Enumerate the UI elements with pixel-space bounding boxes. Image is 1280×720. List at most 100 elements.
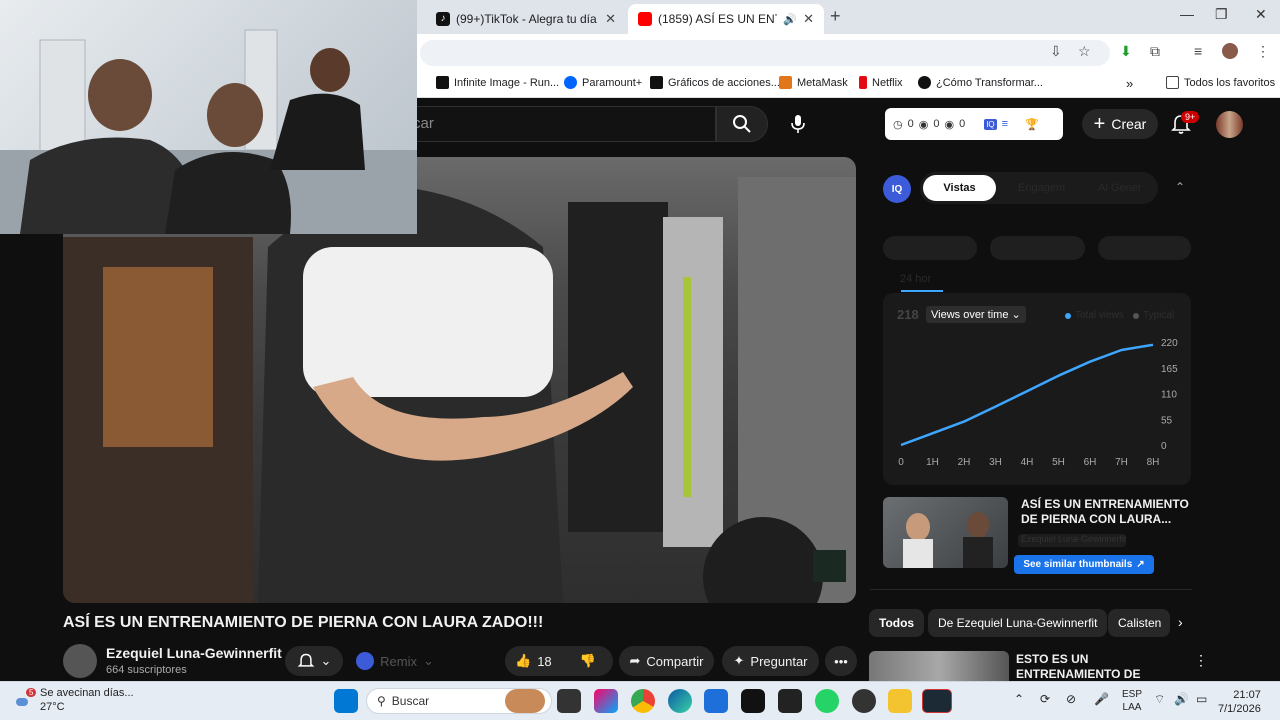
search-highlight-icon[interactable] [505, 689, 545, 713]
chip-channel[interactable]: De Ezequiel Luna-Gewinnerfit [928, 609, 1108, 637]
trophy-icon[interactable]: 🏆 [1025, 118, 1039, 131]
tab-engagement[interactable]: Engagem [1018, 182, 1065, 194]
channel-avatar[interactable] [63, 644, 97, 678]
chevron-down-icon: ⌄ [320, 653, 332, 668]
x-tick-label: 8H [1147, 457, 1160, 468]
ask-button[interactable]: ✦ Preguntar [722, 646, 819, 676]
search-button[interactable] [716, 106, 768, 142]
more-icon[interactable]: ⋮ [1194, 652, 1208, 669]
menu-icon[interactable]: ⋮ [1256, 43, 1270, 60]
bookmark-item[interactable]: Netflix [859, 76, 903, 89]
chevron-right-icon[interactable]: » [1126, 76, 1133, 91]
chatgpt-icon[interactable] [852, 689, 876, 713]
volume-icon[interactable]: 🔊 [1174, 692, 1189, 706]
notify-button[interactable]: ⌄ [285, 646, 343, 676]
avatar[interactable] [1216, 111, 1243, 138]
legend-label: Total views [1075, 310, 1124, 321]
new-tab-button[interactable]: + [830, 6, 841, 27]
remix-button[interactable]: Remix ⌄ [352, 646, 438, 676]
blocked-icon[interactable]: ⊘ [1066, 692, 1076, 706]
media-icon[interactable]: ≡ [1194, 43, 1202, 59]
address-bar[interactable] [420, 40, 1110, 66]
speaker-icon[interactable]: 🔊 [783, 13, 797, 26]
chevron-up-icon[interactable]: ⌃ [1175, 180, 1185, 194]
folder-icon [1166, 76, 1179, 89]
extension-widget[interactable]: ◷ 0 ◉ 0 ◉ 0 IQ ≡ 🏆 [885, 108, 1063, 140]
download-icon[interactable]: ⬇ [1120, 43, 1132, 60]
maximize-button[interactable]: ❐ [1215, 6, 1228, 23]
chevron-down-icon: ⌄ [422, 653, 434, 668]
chip-calistenia[interactable]: Calisten [1108, 609, 1170, 637]
edge-icon[interactable] [668, 689, 692, 713]
copilot-icon[interactable] [594, 689, 618, 713]
similar-label: See similar thumbnails [1023, 559, 1133, 570]
bookmark-label: Netflix [872, 76, 903, 89]
folder-icon[interactable] [888, 689, 912, 713]
tab-youtube[interactable]: (1859) ASÍ ES UN ENTRENA 🔊 ✕ [628, 4, 824, 34]
bookmark-item[interactable]: Gráficos de acciones... [650, 76, 780, 89]
tab-vistas[interactable]: Vistas [923, 175, 996, 201]
stat-placeholder [990, 236, 1085, 260]
install-icon[interactable]: ⇩ [1050, 43, 1062, 60]
share-button[interactable]: ➦ Compartir [619, 646, 714, 676]
windows-start-icon[interactable] [334, 689, 358, 713]
mic-icon[interactable]: 🎤 [1094, 692, 1109, 706]
extensions-icon[interactable]: ⧉ [1150, 43, 1160, 60]
bookmark-item[interactable]: ¿Cómo Transformar... [918, 76, 1043, 89]
whatsapp-icon[interactable] [815, 689, 839, 713]
webcam-frame [0, 29, 417, 234]
bookmark-item[interactable]: Infinite Image - Run... [436, 76, 559, 89]
task-view-icon[interactable] [557, 689, 581, 713]
period-label[interactable]: 24 hor [900, 273, 931, 285]
bookmark-item[interactable]: MetaMask [779, 76, 848, 89]
close-window-button[interactable]: ✕ [1255, 6, 1267, 23]
profile-icon[interactable] [1222, 43, 1238, 59]
tab-ai[interactable]: Al Gener [1098, 182, 1141, 194]
chevron-up-icon[interactable]: ⌃ [1014, 692, 1024, 706]
recommendation-thumbnail[interactable] [869, 651, 1009, 681]
list-icon[interactable]: ≡ [1002, 118, 1008, 130]
capcut-icon[interactable] [778, 689, 802, 713]
close-icon[interactable]: ✕ [803, 11, 814, 27]
thumbnail-image [903, 512, 993, 568]
system-clock[interactable]: 21:07 7/1/2026 [1218, 688, 1261, 716]
dislike-icon[interactable]: 👎 [580, 653, 596, 669]
wifi-icon[interactable]: ⌔ [1154, 692, 1165, 707]
search-input[interactable]: car [400, 106, 716, 142]
similar-thumbnails-button[interactable]: See similar thumbnails ↗ [1014, 555, 1154, 574]
tab-tiktok[interactable]: ♪ (99+)TikTok - Alegra tu día ✕ [426, 4, 626, 34]
bookmarks-folder[interactable]: Todos los favoritos [1166, 76, 1275, 89]
language-indicator[interactable]: ESP LAA [1122, 688, 1142, 714]
create-button[interactable]: + Crear [1082, 109, 1158, 139]
legend-dot [1065, 312, 1071, 319]
views-dropdown[interactable]: Views over time ⌄ [926, 306, 1026, 323]
close-icon[interactable]: ✕ [605, 11, 616, 27]
weather-widget[interactable]: 5 Se avecinan días... 27°C [14, 686, 134, 714]
notification-badge: 9+ [1181, 111, 1200, 123]
video-thumbnail[interactable] [883, 497, 1008, 568]
voice-search-button[interactable] [784, 110, 812, 138]
store-icon[interactable] [704, 689, 728, 713]
chevron-right-icon[interactable]: › [1178, 614, 1183, 630]
like-icon[interactable]: 👍 [515, 653, 531, 669]
waves-app-icon[interactable] [922, 689, 952, 713]
clock-date: 7/1/2026 [1218, 703, 1261, 715]
star-icon[interactable]: ☆ [1078, 43, 1091, 60]
chip-todos[interactable]: Todos [869, 609, 925, 637]
chrome-icon[interactable] [631, 689, 655, 713]
bookmark-item[interactable]: Paramount+ [564, 76, 642, 89]
thumbnail-title: ASÍ ES UN ENTRENAMIENTO DE PIERNA CON LA… [1021, 497, 1189, 526]
channel-name[interactable]: Ezequiel Luna-Gewinnerfit [106, 645, 282, 661]
tiktok-icon[interactable] [741, 689, 765, 713]
minimize-button[interactable]: — [1180, 6, 1194, 22]
external-link-icon: ↗ [1136, 559, 1145, 570]
tab-title: (99+)TikTok - Alegra tu día [456, 12, 597, 26]
iq-logo[interactable]: IQ [883, 175, 911, 203]
recommendation-title[interactable]: ESTO ES UN ENTRENAMIENTO DE PECHO CON LU… [1016, 652, 1186, 680]
sync-icon[interactable]: ⟳ [1040, 692, 1050, 706]
iq-icon[interactable]: IQ [984, 118, 997, 130]
lang-top: ESP [1122, 689, 1143, 700]
x-tick-label: 0 [898, 457, 904, 468]
more-button[interactable]: ••• [825, 646, 857, 676]
battery-icon[interactable]: ▭ [1196, 692, 1207, 706]
